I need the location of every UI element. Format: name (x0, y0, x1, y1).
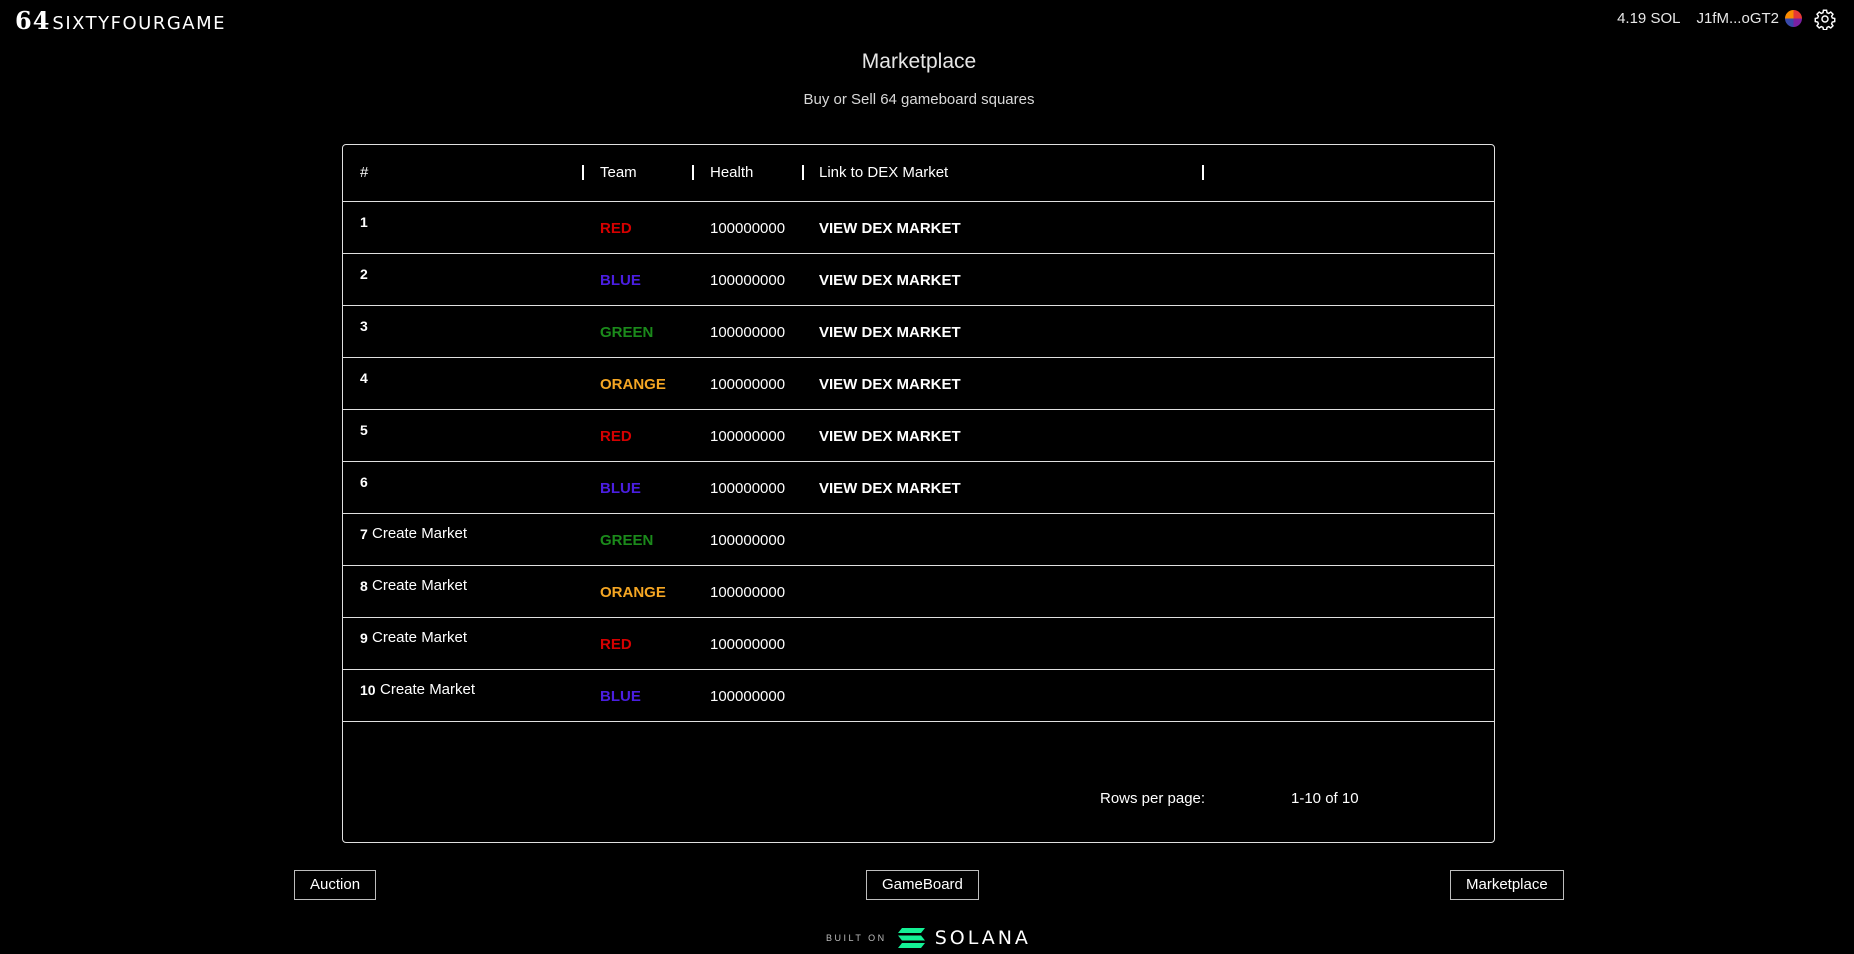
create-market-button[interactable]: Create Market (380, 681, 475, 698)
team-label: GREEN (600, 532, 654, 549)
health-value: 100000000 (710, 688, 786, 705)
column-separator[interactable] (582, 165, 584, 180)
health-value: 100000000 (710, 584, 786, 601)
create-market-button[interactable]: Create Market (372, 577, 467, 594)
table-row[interactable]: 3 GREEN 100000000 VIEW DEX MARKET (343, 306, 1494, 358)
logo-text: SIXTYFOURGAME (52, 13, 227, 34)
row-number: 10 (360, 682, 376, 698)
table-row[interactable]: 5 RED 100000000 VIEW DEX MARKET (343, 410, 1494, 462)
create-market-button[interactable]: Create Market (372, 629, 467, 646)
health-value: 100000000 (710, 220, 786, 237)
team-label: ORANGE (600, 584, 666, 601)
row-number: 3 (360, 318, 368, 334)
row-number: 7 (360, 526, 368, 542)
health-value: 100000000 (710, 272, 786, 289)
auction-button[interactable]: Auction (294, 870, 377, 900)
view-dex-market-link[interactable]: VIEW DEX MARKET (819, 428, 961, 445)
solana-wordmark: SOLANA (934, 927, 1031, 949)
rows-per-page-label: Rows per page: (1100, 790, 1206, 807)
row-number: 6 (360, 474, 368, 490)
wallet-info[interactable]: 4.19 SOL J1fM...oGT2 (1617, 10, 1820, 27)
team-label: ORANGE (600, 376, 666, 393)
gear-icon[interactable] (1814, 8, 1836, 30)
view-dex-market-link[interactable]: VIEW DEX MARKET (819, 220, 961, 237)
column-separator[interactable] (802, 165, 804, 180)
column-separator[interactable] (1202, 165, 1204, 180)
team-label: BLUE (600, 480, 641, 497)
view-dex-market-link[interactable]: VIEW DEX MARKET (819, 324, 961, 341)
pagination-range: 1-10 of 10 (1291, 790, 1359, 807)
built-on-label: BUILT ON (826, 933, 887, 943)
table-row[interactable]: 8 Create Market ORANGE 100000000 (343, 566, 1494, 618)
sol-balance: 4.19 SOL (1617, 10, 1681, 27)
table-row[interactable]: 10 Create Market BLUE 100000000 (343, 670, 1494, 722)
table-row[interactable]: 9 Create Market RED 100000000 (343, 618, 1494, 670)
health-value: 100000000 (710, 324, 786, 341)
table-header: # Team Health Link to DEX Market (343, 145, 1494, 202)
table-row[interactable]: 4 ORANGE 100000000 VIEW DEX MARKET (343, 358, 1494, 410)
column-header-team[interactable]: Team (600, 164, 637, 181)
wallet-avatar-icon (1785, 10, 1802, 27)
table-row[interactable]: 2 BLUE 100000000 VIEW DEX MARKET (343, 254, 1494, 306)
team-label: RED (600, 220, 632, 237)
create-market-button[interactable]: Create Market (372, 525, 467, 542)
logo-number: 64 (15, 6, 51, 35)
column-header-dex-link[interactable]: Link to DEX Market (819, 164, 948, 181)
row-number: 1 (360, 214, 368, 230)
team-label: BLUE (600, 688, 641, 705)
built-on-solana-badge: BUILT ON SOLANA (826, 926, 1031, 950)
health-value: 100000000 (710, 480, 786, 497)
table-row[interactable]: 7 Create Market GREEN 100000000 (343, 514, 1494, 566)
view-dex-market-link[interactable]: VIEW DEX MARKET (819, 376, 961, 393)
column-header-health[interactable]: Health (710, 164, 753, 181)
row-number: 9 (360, 630, 368, 646)
team-label: RED (600, 636, 632, 653)
health-value: 100000000 (710, 376, 786, 393)
team-label: RED (600, 428, 632, 445)
page-title: Marketplace (861, 50, 977, 73)
row-number: 8 (360, 578, 368, 594)
column-separator[interactable] (692, 165, 694, 180)
row-number: 2 (360, 266, 368, 282)
table-row[interactable]: 1 RED 100000000 VIEW DEX MARKET (343, 202, 1494, 254)
view-dex-market-link[interactable]: VIEW DEX MARKET (819, 272, 961, 289)
health-value: 100000000 (710, 428, 786, 445)
gameboard-button[interactable]: GameBoard (866, 870, 979, 900)
view-dex-market-link[interactable]: VIEW DEX MARKET (819, 480, 961, 497)
row-number: 4 (360, 370, 368, 386)
team-label: GREEN (600, 324, 654, 341)
solana-logo-icon (897, 928, 925, 948)
marketplace-button[interactable]: Marketplace (1450, 870, 1564, 900)
top-bar: 64 SIXTYFOURGAME 4.19 SOL J1fM...oGT2 (0, 0, 1854, 40)
health-value: 100000000 (710, 636, 786, 653)
table-row[interactable]: 6 BLUE 100000000 VIEW DEX MARKET (343, 462, 1494, 514)
column-header-number[interactable]: # (360, 164, 368, 181)
health-value: 100000000 (710, 532, 786, 549)
row-number: 5 (360, 422, 368, 438)
team-label: BLUE (600, 272, 641, 289)
wallet-address[interactable]: J1fM...oGT2 (1696, 10, 1779, 27)
table-footer: Rows per page: 1-10 of 10 (343, 790, 1494, 820)
marketplace-table: # Team Health Link to DEX Market 1 RED 100… (342, 144, 1495, 843)
page-subtitle: Buy or Sell 64 gameboard squares (803, 91, 1035, 108)
app-logo[interactable]: 64 SIXTYFOURGAME (15, 6, 226, 35)
